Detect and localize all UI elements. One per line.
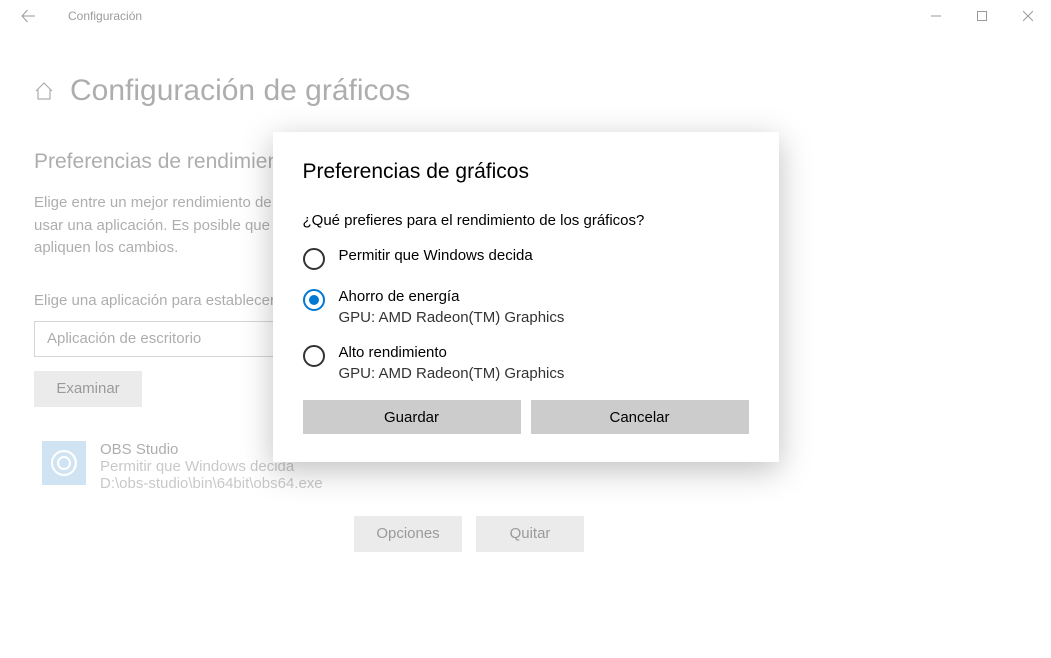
cancel-button[interactable]: Cancelar: [531, 400, 749, 434]
radio-text: Permitir que Windows decida: [339, 247, 533, 264]
dialog-title: Preferencias de gráficos: [303, 160, 749, 184]
dialog-buttons: Guardar Cancelar: [303, 400, 749, 434]
radio-icon: [303, 289, 325, 311]
radio-sublabel: GPU: AMD Radeon(TM) Graphics: [339, 309, 565, 326]
radio-dot-icon: [309, 295, 319, 305]
radio-text: Ahorro de energía GPU: AMD Radeon(TM) Gr…: [339, 288, 565, 326]
graphics-preference-dialog: Preferencias de gráficos ¿Qué prefieres …: [273, 132, 779, 462]
radio-icon: [303, 248, 325, 270]
dialog-question: ¿Qué prefieres para el rendimiento de lo…: [303, 212, 749, 229]
radio-option-system-default[interactable]: Permitir que Windows decida: [303, 247, 749, 270]
radio-option-power-saving[interactable]: Ahorro de energía GPU: AMD Radeon(TM) Gr…: [303, 288, 749, 326]
radio-label: Alto rendimiento: [339, 344, 565, 361]
radio-sublabel: GPU: AMD Radeon(TM) Graphics: [339, 365, 565, 382]
radio-label: Ahorro de energía: [339, 288, 565, 305]
radio-label: Permitir que Windows decida: [339, 247, 533, 264]
modal-overlay: Preferencias de gráficos ¿Qué prefieres …: [0, 0, 1051, 658]
radio-text: Alto rendimiento GPU: AMD Radeon(TM) Gra…: [339, 344, 565, 382]
radio-option-high-performance[interactable]: Alto rendimiento GPU: AMD Radeon(TM) Gra…: [303, 344, 749, 382]
radio-icon: [303, 345, 325, 367]
save-button[interactable]: Guardar: [303, 400, 521, 434]
